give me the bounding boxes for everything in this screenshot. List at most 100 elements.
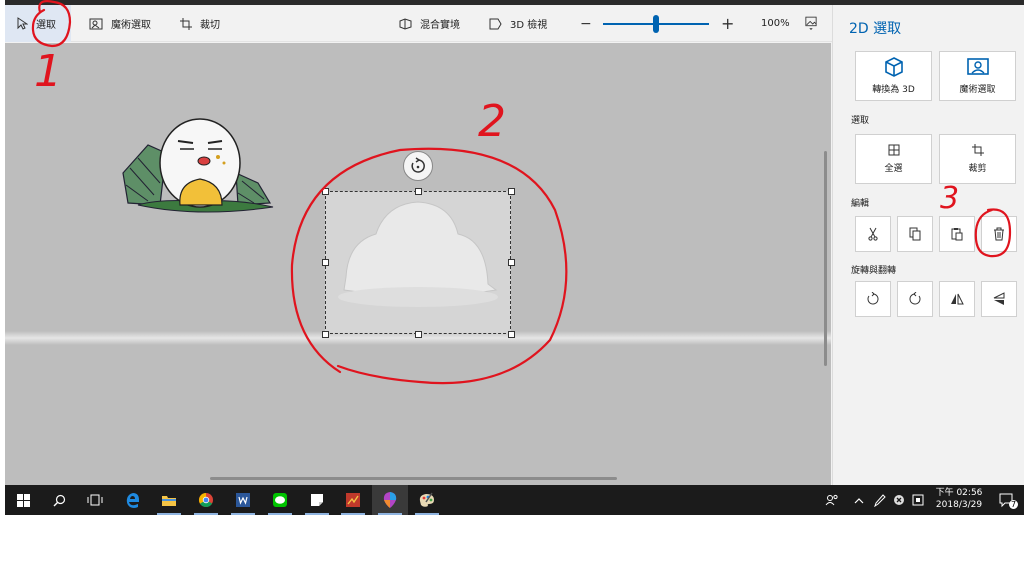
pen-icon xyxy=(874,493,886,507)
resize-handle-bottom-right[interactable] xyxy=(508,331,515,338)
panel-crop-label: 裁剪 xyxy=(968,164,987,174)
magic-select-button[interactable]: 魔術選取 xyxy=(89,5,169,42)
delete-button[interactable] xyxy=(981,216,1017,252)
rotate-left-button[interactable] xyxy=(855,281,891,317)
panel-magic-select-button[interactable]: 魔術選取 xyxy=(939,51,1016,101)
select-tool-button[interactable]: 選取 xyxy=(5,5,71,42)
resize-handle-top-right[interactable] xyxy=(508,188,515,195)
paste-button[interactable] xyxy=(939,216,975,252)
task-view-icon xyxy=(87,494,103,506)
zoom-slider-thumb[interactable] xyxy=(653,15,659,33)
convert-to-3d-button[interactable]: 轉換為 3D xyxy=(855,51,932,101)
horizontal-scrollbar[interactable] xyxy=(210,477,617,480)
windows-logo-icon xyxy=(16,493,30,507)
view-3d-label: 3D 檢視 xyxy=(510,20,548,31)
rotate-right-icon xyxy=(909,292,921,305)
window-icon xyxy=(912,494,924,506)
mixed-reality-button[interactable]: 混合實境 xyxy=(399,5,469,42)
resize-handle-left[interactable] xyxy=(322,259,329,266)
word-icon xyxy=(236,493,250,507)
selection-box[interactable] xyxy=(325,191,511,334)
show-hidden-icons-button[interactable] xyxy=(851,485,867,515)
panel-title: 2D 選取 xyxy=(849,21,902,37)
people-button[interactable] xyxy=(823,485,841,515)
toolbar: 選取 魔術選取 裁切 混合實境 3D 檢視 − + 100% xyxy=(5,5,832,42)
line-taskbar-icon[interactable] xyxy=(262,485,298,515)
flip-horizontal-button[interactable] xyxy=(939,281,975,317)
cube-icon xyxy=(884,57,903,77)
sticky-notes-taskbar-icon[interactable] xyxy=(299,485,335,515)
search-button[interactable] xyxy=(41,485,77,515)
crop-icon xyxy=(180,17,192,30)
magic-select-label: 魔術選取 xyxy=(111,20,151,31)
zoom-out-glyph: − xyxy=(580,15,592,32)
task-view-button[interactable] xyxy=(77,485,113,515)
dumpling-character-sticker[interactable] xyxy=(118,113,278,218)
file-explorer-taskbar-icon[interactable] xyxy=(151,485,187,515)
presentation-icon xyxy=(346,493,360,507)
resize-handle-top-left[interactable] xyxy=(322,188,329,195)
action-tray-icon-button[interactable] xyxy=(910,485,926,515)
paint3d-taskbar-icon[interactable] xyxy=(372,485,408,515)
resize-handle-bottom[interactable] xyxy=(415,331,422,338)
food-crumb xyxy=(216,155,220,159)
paint3d-window: 選取 魔術選取 裁切 混合實境 3D 檢視 − + 100% 2D 選取 轉換為… xyxy=(5,0,1024,515)
presentation-app-taskbar-icon[interactable] xyxy=(335,485,371,515)
select-all-button[interactable]: 全選 xyxy=(855,134,932,184)
network-disconnected-icon xyxy=(894,495,904,505)
chrome-taskbar-icon[interactable] xyxy=(188,485,224,515)
zoom-out-button[interactable]: − xyxy=(580,5,592,42)
edit-section-label: 編輯 xyxy=(851,199,870,209)
cursor-icon xyxy=(17,17,28,30)
zoom-in-button[interactable]: + xyxy=(721,5,735,42)
system-clock[interactable]: 下午 02:56 2018/3/29 xyxy=(927,487,991,511)
selected-faded-image xyxy=(338,201,498,307)
magic-select-icon xyxy=(966,58,989,75)
mixed-reality-label: 混合實境 xyxy=(420,20,460,31)
pen-workspace-button[interactable] xyxy=(871,485,889,515)
paint-taskbar-icon[interactable] xyxy=(409,485,445,515)
action-center-button[interactable]: 7 xyxy=(995,485,1019,515)
mouth xyxy=(197,156,211,166)
panel-crop-button[interactable]: 裁剪 xyxy=(939,134,1016,184)
folder-icon xyxy=(162,495,176,506)
view-3d-icon xyxy=(489,18,502,29)
flip-vertical-button[interactable] xyxy=(981,281,1017,317)
flip-vertical-icon xyxy=(993,292,1005,305)
taskbar: 下午 02:56 2018/3/29 7 xyxy=(5,485,1024,515)
notification-count: 7 xyxy=(1009,500,1019,509)
word-taskbar-icon[interactable] xyxy=(225,485,261,515)
rotate-left-icon xyxy=(867,292,879,305)
vertical-scrollbar[interactable] xyxy=(824,151,827,366)
crop-tool-label: 裁切 xyxy=(200,20,220,31)
flip-horizontal-icon xyxy=(951,293,964,305)
people-icon xyxy=(825,494,838,506)
search-icon xyxy=(53,494,65,506)
canvas-area[interactable] xyxy=(5,43,831,485)
rotate-right-button[interactable] xyxy=(897,281,933,317)
canvas-options-button[interactable] xyxy=(805,5,825,42)
edge-browser-taskbar-icon[interactable] xyxy=(115,485,151,515)
start-button[interactable] xyxy=(5,485,41,515)
edge-icon xyxy=(126,493,139,508)
view-3d-button[interactable]: 3D 檢視 xyxy=(489,5,553,42)
resize-handle-right[interactable] xyxy=(508,259,515,266)
resize-handle-bottom-left[interactable] xyxy=(322,331,329,338)
cut-button[interactable] xyxy=(855,216,891,252)
zoom-percentage[interactable]: 100% xyxy=(761,5,795,42)
copy-button[interactable] xyxy=(897,216,933,252)
chrome-icon xyxy=(199,493,213,508)
clock-time: 下午 02:56 xyxy=(935,488,983,498)
clock-date: 2018/3/29 xyxy=(935,500,983,510)
sticky-note-icon xyxy=(311,494,323,506)
panel-magic-select-label: 魔術選取 xyxy=(959,85,996,95)
scissors-icon xyxy=(868,227,878,241)
network-status-icon-button[interactable] xyxy=(891,485,907,515)
select-section-label: 選取 xyxy=(851,116,870,126)
crop-tool-button[interactable]: 裁切 xyxy=(180,5,240,42)
rotate-handle[interactable] xyxy=(403,151,433,181)
paint3d-icon xyxy=(383,492,397,508)
resize-handle-top[interactable] xyxy=(415,188,422,195)
select-all-label: 全選 xyxy=(884,164,903,174)
crop-icon xyxy=(971,144,984,156)
